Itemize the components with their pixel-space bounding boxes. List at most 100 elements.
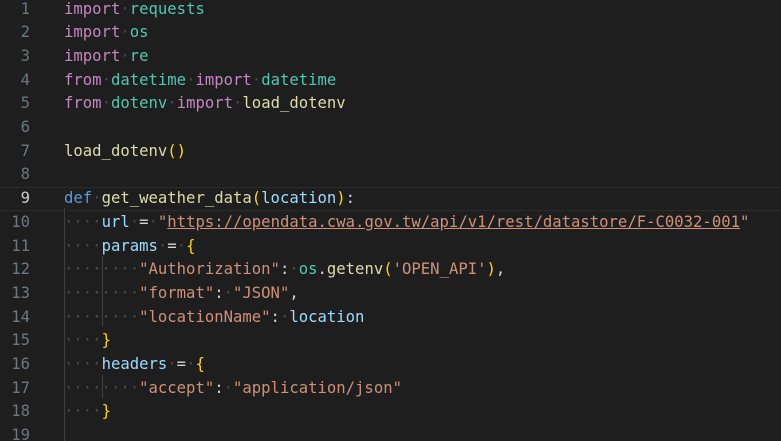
code-token: "locationName" bbox=[139, 307, 271, 326]
line-number: 1 bbox=[20, 0, 30, 18]
code-line[interactable]: 13 ········"format":·"JSON", bbox=[0, 282, 781, 306]
code-token: () bbox=[167, 141, 187, 160]
code-token: ) bbox=[336, 189, 346, 208]
code-line[interactable]: 3 import·re bbox=[0, 45, 781, 69]
whitespace-marker: · bbox=[176, 236, 187, 255]
code-text[interactable]: ········"locationName":·location bbox=[64, 306, 364, 330]
code-token: } bbox=[101, 331, 111, 350]
code-line[interactable]: 19 bbox=[0, 424, 781, 441]
code-token: import bbox=[176, 94, 234, 113]
code-token: = bbox=[139, 212, 149, 231]
code-token: = bbox=[176, 355, 187, 373]
line-number: 7 bbox=[20, 141, 30, 160]
code-token: = bbox=[167, 236, 177, 255]
line-number: 19 bbox=[11, 426, 30, 441]
code-text[interactable]: import·requests bbox=[64, 0, 205, 21]
code-token: , bbox=[289, 283, 299, 302]
code-text[interactable]: ········"Authorization":·os.getenv('OPEN… bbox=[64, 258, 505, 282]
code-token: getenv bbox=[326, 260, 384, 279]
code-token: "JSON" bbox=[233, 283, 290, 302]
line-number: 3 bbox=[20, 46, 30, 65]
code-line[interactable]: 2 import·os bbox=[0, 21, 781, 45]
code-text[interactable]: def·get_weather_data(location): bbox=[64, 188, 355, 210]
whitespace-marker: ···· bbox=[64, 331, 102, 350]
code-token: "accept" bbox=[139, 378, 215, 397]
code-text[interactable]: ····params·=·{ bbox=[64, 235, 195, 259]
code-token: : bbox=[345, 189, 356, 208]
code-line[interactable]: 1 import·requests bbox=[0, 0, 781, 21]
code-line[interactable]: 10 ····url·=·"https://opendata.cwa.gov.tw… bbox=[0, 211, 781, 235]
code-token: " bbox=[157, 212, 168, 231]
code-token: requests bbox=[129, 0, 205, 18]
whitespace-marker: · bbox=[148, 212, 158, 231]
whitespace-marker: ········ bbox=[64, 307, 140, 326]
code-line[interactable]: 6 bbox=[0, 116, 781, 140]
whitespace-marker: ···· bbox=[64, 402, 102, 421]
code-token: : bbox=[214, 283, 224, 302]
code-text[interactable]: ····} bbox=[64, 400, 111, 424]
code-text[interactable]: from·datetime·import·datetime bbox=[64, 69, 336, 93]
code-line[interactable]: 9 def·get_weather_data(location): bbox=[0, 187, 781, 211]
line-number: 10 bbox=[11, 212, 30, 231]
line-number: 13 bbox=[11, 283, 30, 302]
code-token: from bbox=[64, 94, 102, 113]
code-text[interactable]: import·os bbox=[64, 21, 149, 45]
code-text[interactable]: from·dotenv·import·load_dotenv bbox=[64, 92, 346, 116]
code-token: "Authorization" bbox=[139, 260, 280, 279]
code-line[interactable]: 11 ····params·=·{ bbox=[0, 235, 781, 259]
code-token: datetime bbox=[110, 70, 187, 89]
whitespace-marker: ········ bbox=[64, 283, 140, 302]
whitespace-marker: ···· bbox=[64, 236, 102, 255]
line-number: 2 bbox=[20, 23, 30, 42]
code-line[interactable]: 17 ········"accept":·"application/json" bbox=[0, 377, 781, 401]
line-number: 17 bbox=[11, 378, 30, 397]
code-text[interactable]: import·re bbox=[64, 45, 149, 69]
code-token: , bbox=[495, 260, 506, 279]
code-token: "application/json" bbox=[233, 378, 402, 397]
code-token: re bbox=[129, 46, 149, 65]
code-line[interactable]: 8 bbox=[0, 163, 781, 187]
line-number: 8 bbox=[20, 165, 30, 184]
code-line[interactable]: 5 from·dotenv·import·load_dotenv bbox=[0, 92, 781, 116]
code-line[interactable]: 7 load_dotenv() bbox=[0, 140, 781, 164]
code-token: dotenv bbox=[110, 94, 168, 113]
line-number: 12 bbox=[11, 260, 30, 279]
whitespace-marker: · bbox=[167, 355, 177, 373]
code-token: location bbox=[261, 189, 337, 208]
whitespace-marker: · bbox=[120, 0, 130, 18]
code-text[interactable]: load_dotenv() bbox=[64, 140, 186, 164]
line-number: 14 bbox=[11, 307, 30, 326]
code-text[interactable]: ····} bbox=[64, 329, 111, 353]
whitespace-marker: · bbox=[167, 94, 177, 113]
code-token: get_weather_data bbox=[101, 189, 252, 208]
code-text[interactable]: ········"format":·"JSON", bbox=[64, 282, 299, 306]
whitespace-marker: · bbox=[120, 46, 130, 65]
code-token: import bbox=[195, 70, 252, 89]
code-line[interactable]: 18 ····} bbox=[0, 400, 781, 424]
whitespace-marker: · bbox=[92, 189, 102, 208]
whitespace-marker: · bbox=[101, 70, 111, 89]
code-token: import bbox=[64, 46, 121, 65]
code-token: " bbox=[739, 212, 750, 231]
code-text[interactable]: ····headers·=·{ bbox=[64, 353, 205, 377]
code-line[interactable]: 14 ········"locationName":·location bbox=[0, 306, 781, 330]
line-number: 18 bbox=[11, 402, 30, 421]
code-token: : bbox=[279, 260, 290, 279]
code-text[interactable]: ····url·=·"https://opendata.cwa.gov.tw/a… bbox=[64, 211, 749, 235]
code-token: os bbox=[298, 260, 318, 279]
code-line[interactable]: 12 ········"Authorization":·os.getenv('OP… bbox=[0, 258, 781, 282]
line-number: 15 bbox=[11, 331, 30, 350]
code-line[interactable]: 16 ····headers·=·{ bbox=[0, 353, 781, 377]
line-number: 4 bbox=[20, 70, 30, 89]
code-line[interactable]: 4 from·datetime·import·datetime bbox=[0, 69, 781, 93]
code-editor[interactable]: 1 import·requests 2 import·os 3 import·re 4 fro… bbox=[0, 0, 781, 441]
code-text[interactable]: ········"accept":·"application/json" bbox=[64, 377, 402, 401]
code-line[interactable]: 15 ····} bbox=[0, 329, 781, 353]
code-token: load_dotenv bbox=[64, 141, 168, 160]
line-number: 5 bbox=[20, 94, 30, 113]
whitespace-marker: · bbox=[223, 378, 233, 397]
code-token: url bbox=[101, 212, 130, 231]
whitespace-marker: · bbox=[129, 212, 140, 231]
code-token: headers bbox=[101, 355, 168, 373]
line-number: 9 bbox=[20, 189, 30, 208]
